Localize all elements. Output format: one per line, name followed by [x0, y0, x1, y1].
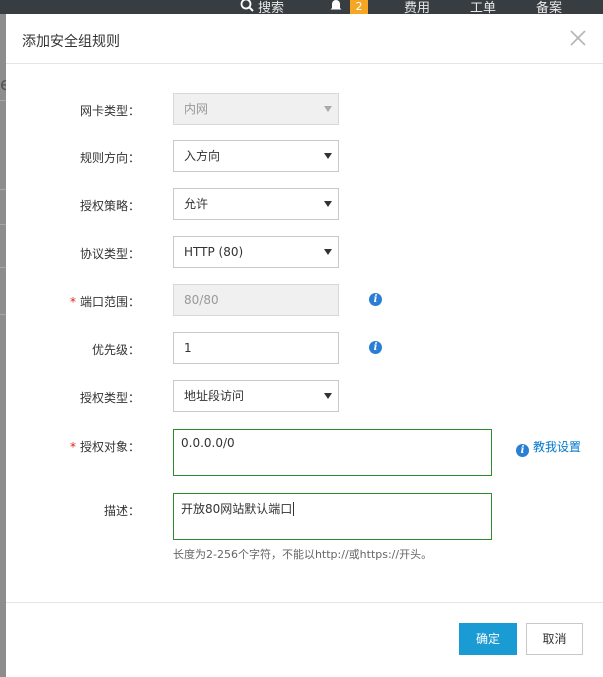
auth-object-value: 0.0.0.0/0	[181, 436, 235, 450]
field-description: 描述： 开放80网站默认端口	[6, 493, 603, 540]
search-icon[interactable]	[240, 0, 254, 12]
policy-value: 允许	[184, 197, 209, 211]
port-range-input: 80/80	[173, 284, 339, 316]
field-priority: 优先级： 1 i	[6, 332, 603, 366]
topbar-item-billing[interactable]: 费用	[404, 0, 430, 14]
port-range-label: * 端口范围：	[69, 295, 140, 309]
confirm-button[interactable]: 确定	[459, 623, 517, 655]
dialog-header: 添加安全组规则	[6, 14, 603, 64]
close-icon[interactable]	[568, 28, 588, 48]
help-link[interactable]: i 教我设置	[516, 438, 581, 457]
protocol-value: HTTP (80)	[184, 245, 244, 259]
description-value: 开放80网站默认端口	[181, 502, 293, 516]
required-mark: *	[69, 440, 76, 454]
required-mark: *	[69, 295, 76, 309]
auth-type-label: 授权类型：	[79, 391, 140, 405]
policy-label: 授权策略：	[79, 199, 140, 213]
dialog-footer: 确定 取消	[6, 602, 603, 677]
field-protocol: 协议类型： HTTP (80)	[6, 236, 603, 270]
info-icon: i	[516, 444, 529, 457]
cancel-button[interactable]: 取消	[526, 623, 583, 655]
description-textarea[interactable]: 开放80网站默认端口	[173, 493, 492, 540]
policy-select[interactable]: 允许	[173, 188, 339, 220]
rule-direction-select[interactable]: 入方向	[173, 140, 339, 172]
rule-direction-label: 规则方向：	[79, 151, 140, 165]
info-icon[interactable]: i	[369, 293, 382, 306]
info-icon[interactable]: i	[369, 341, 382, 354]
search-link[interactable]: 搜索	[258, 0, 284, 14]
topbar-item-tickets[interactable]: 工单	[470, 0, 496, 14]
priority-value: 1	[184, 341, 192, 355]
nic-type-select: 内网	[173, 93, 339, 125]
auth-type-value: 地址段访问	[184, 389, 245, 403]
text-cursor	[293, 502, 295, 516]
chevron-down-icon	[324, 153, 332, 159]
chevron-down-icon	[324, 249, 332, 255]
topbar-item-icp[interactable]: 备案	[536, 0, 562, 14]
field-auth-object: * 授权对象： 0.0.0.0/0 i 教我设置	[6, 429, 603, 476]
description-hint: 长度为2-256个字符，不能以http://或https://开头。	[173, 548, 433, 561]
field-rule-direction: 规则方向： 入方向	[6, 140, 603, 174]
nic-type-value: 内网	[184, 102, 209, 116]
field-auth-type: 授权类型： 地址段访问	[6, 380, 603, 414]
dialog-title: 添加安全组规则	[22, 34, 120, 50]
console-topbar: 搜索 2 费用 工单 备案	[0, 0, 603, 14]
description-label: 描述：	[103, 504, 140, 518]
priority-input[interactable]: 1	[173, 332, 339, 364]
rule-direction-value: 入方向	[184, 149, 221, 163]
auth-object-textarea[interactable]: 0.0.0.0/0	[173, 429, 492, 476]
field-policy: 授权策略： 允许	[6, 188, 603, 222]
chevron-down-icon	[324, 393, 332, 399]
chevron-down-icon	[324, 201, 332, 207]
field-port-range: * 端口范围： 80/80 i	[6, 284, 603, 318]
priority-label: 优先级：	[91, 343, 140, 357]
bell-icon[interactable]	[329, 0, 343, 12]
auth-object-label: * 授权对象：	[69, 440, 140, 454]
protocol-select[interactable]: HTTP (80)	[173, 236, 339, 268]
notification-badge: 2	[350, 0, 368, 14]
protocol-label: 协议类型：	[79, 247, 140, 261]
chevron-down-icon	[324, 106, 332, 112]
add-security-group-rule-dialog: 添加安全组规则 网卡类型： 内网 规则方向： 入方向 授权策略： 允许 协议类型…	[6, 14, 603, 677]
auth-type-select[interactable]: 地址段访问	[173, 380, 339, 412]
field-nic-type: 网卡类型： 内网	[6, 93, 603, 127]
nic-type-label: 网卡类型：	[79, 104, 140, 118]
port-range-value: 80/80	[184, 293, 219, 307]
